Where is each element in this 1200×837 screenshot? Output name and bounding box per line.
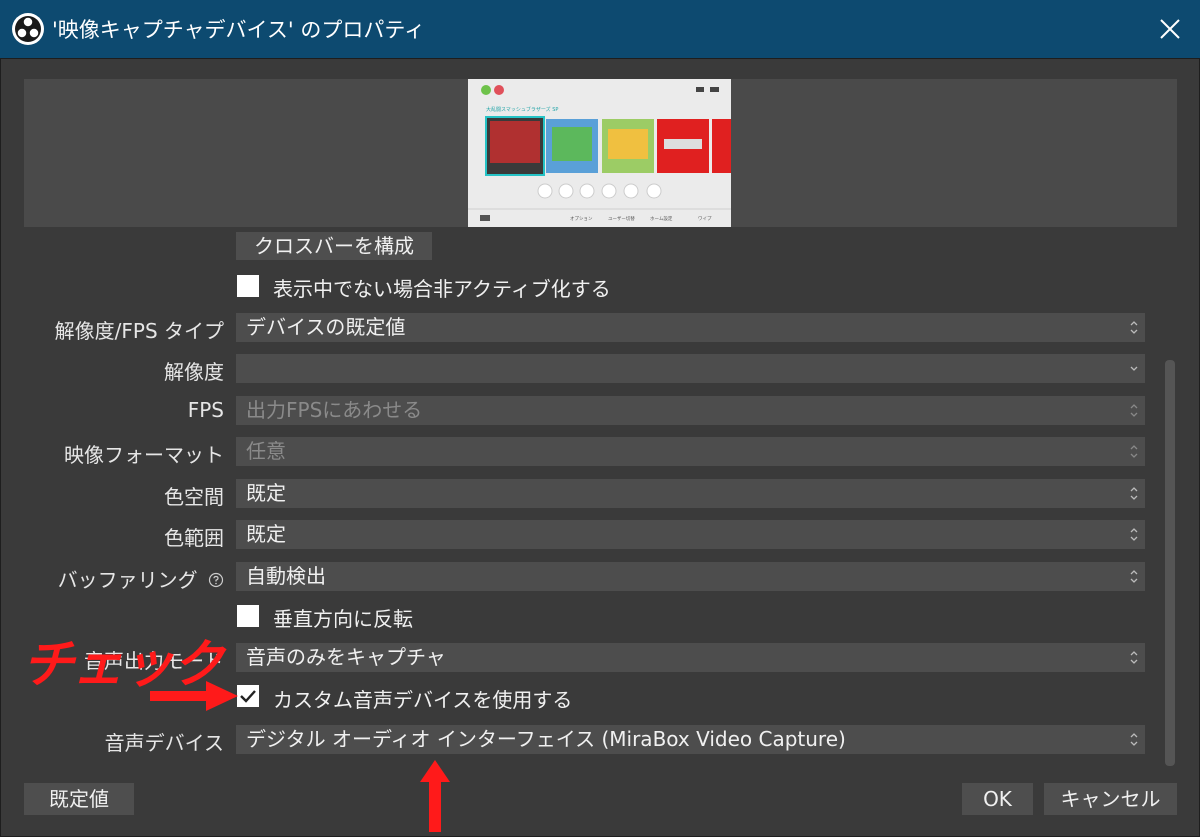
buffering-select[interactable]: 自動検出: [236, 562, 1145, 591]
updown-arrows-icon: [1130, 404, 1138, 417]
audio-device-value: デジタル オーディオ インターフェイス (MiraBox Video Captu…: [246, 727, 846, 751]
buffering-label: バッファリング: [58, 564, 224, 593]
title-bar: '映像キャプチャデバイス' のプロパティ: [0, 0, 1200, 58]
resolution-fps-type-value: デバイスの既定値: [246, 315, 406, 339]
color-space-select[interactable]: 既定: [236, 479, 1145, 508]
window-title: '映像キャプチャデバイス' のプロパティ: [52, 18, 426, 42]
resolution-fps-type-select[interactable]: デバイスの既定値: [236, 313, 1145, 342]
audio-output-mode-value: 音声のみをキャプチャ: [246, 645, 446, 669]
updown-arrows-icon: [1130, 445, 1138, 458]
preview-header-text: 大乱闘スマッシュブラザーズ SP: [486, 106, 558, 113]
buffering-label-text: バッファリング: [57, 568, 198, 592]
audio-device-label: 音声デバイス: [104, 731, 224, 755]
color-space-label: 色空間: [164, 485, 224, 509]
video-format-select[interactable]: 任意: [236, 437, 1145, 466]
updown-arrows-icon: [1130, 651, 1138, 664]
color-space-value: 既定: [246, 481, 286, 505]
deactivate-checkbox[interactable]: [237, 275, 259, 297]
preview-footer-item: ホーム設定: [650, 215, 673, 222]
help-icon[interactable]: [208, 572, 224, 588]
close-button[interactable]: [1140, 0, 1200, 58]
close-icon[interactable]: [1159, 18, 1181, 40]
annotation-arrow-up-icon: [420, 760, 450, 832]
buffering-value: 自動検出: [246, 564, 326, 588]
cancel-button[interactable]: キャンセル: [1044, 783, 1177, 815]
resolution-label: 解像度: [164, 360, 224, 384]
configure-crossbar-button[interactable]: クロスバーを構成: [236, 232, 432, 260]
flip-vertical-checkbox[interactable]: [237, 605, 259, 627]
preview-image: 大乱闘スマッシュブラザーズ SP オプション ユーザー切替 ホーム設定 ワイプ: [468, 79, 731, 227]
preview-footer-item: ユーザー切替: [608, 215, 635, 222]
updown-arrows-icon: [1130, 570, 1138, 583]
updown-arrows-icon: [1130, 321, 1138, 334]
preview-footer-item: オプション: [570, 216, 593, 222]
color-range-select[interactable]: 既定: [236, 520, 1145, 549]
defaults-button[interactable]: 既定値: [24, 783, 134, 815]
custom-audio-device-checkbox-label: カスタム音声デバイスを使用する: [273, 688, 573, 712]
updown-arrows-icon: [1130, 733, 1138, 746]
checkmark-icon: [240, 690, 256, 703]
fps-select[interactable]: 出力FPSにあわせる: [236, 396, 1145, 425]
audio-device-select[interactable]: デジタル オーディオ インターフェイス (MiraBox Video Captu…: [236, 725, 1145, 754]
deactivate-checkbox-label: 表示中でない場合非アクティブ化する: [273, 277, 611, 301]
fps-label: FPS: [187, 398, 224, 422]
ok-button[interactable]: OK: [962, 783, 1033, 815]
scrollbar[interactable]: [1165, 360, 1175, 766]
audio-output-mode-select[interactable]: 音声のみをキャプチャ: [236, 643, 1145, 672]
flip-vertical-checkbox-label: 垂直方向に反転: [273, 607, 413, 631]
video-format-label: 映像フォーマット: [64, 443, 224, 467]
custom-audio-device-checkbox[interactable]: [237, 685, 259, 707]
video-format-value: 任意: [246, 439, 286, 463]
color-range-label: 色範囲: [164, 526, 224, 550]
chevron-down-icon: [1130, 366, 1138, 371]
updown-arrows-icon: [1130, 528, 1138, 541]
fps-value: 出力FPSにあわせる: [246, 398, 423, 422]
preview-footer-item: ワイプ: [698, 216, 712, 222]
resolution-select[interactable]: [236, 354, 1145, 383]
annotation-arrow-right-icon: [150, 681, 238, 711]
obs-logo-icon: [12, 13, 44, 45]
resolution-fps-type-label: 解像度/FPS タイプ: [54, 319, 224, 343]
color-range-value: 既定: [246, 522, 286, 546]
updown-arrows-icon: [1130, 487, 1138, 500]
